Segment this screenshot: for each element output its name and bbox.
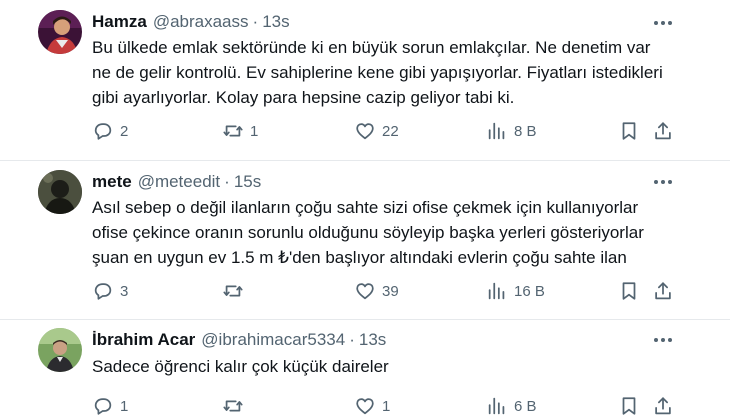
repost-button[interactable]: 1 — [222, 118, 258, 144]
avatar[interactable] — [38, 170, 82, 214]
like-button[interactable]: 1 — [354, 393, 390, 419]
reply-bubble-icon — [94, 123, 112, 140]
user-handle[interactable]: @meteedit — [138, 172, 220, 192]
action-bar: 2 1 22 8 B — [0, 118, 730, 144]
tweet-text-line: gibi ayarlıyorlar. Kolay para hepsine ca… — [92, 88, 515, 107]
tweet-text-line: ofise çekince oranın sorunlu olduğunu sö… — [92, 223, 644, 242]
tweet[interactable]: Hamza @abraxaass · 13s Bu ülkede emlak s… — [0, 0, 730, 160]
tweet-header: İbrahim Acar @ibrahimacar5334 · 13s — [92, 329, 386, 351]
view-count: 8 B — [514, 122, 537, 140]
heart-icon — [356, 123, 374, 140]
reply-button[interactable]: 2 — [92, 118, 128, 144]
bookmark-button[interactable] — [618, 393, 640, 419]
reply-bubble-icon — [94, 283, 112, 300]
reply-count: 2 — [120, 122, 129, 140]
timestamp[interactable]: 15s — [234, 172, 261, 192]
tweet[interactable]: İbrahim Acar @ibrahimacar5334 · 13s Sade… — [0, 320, 730, 420]
separator-dot: · — [252, 12, 259, 31]
share-button[interactable] — [652, 393, 674, 419]
reply-count: 1 — [120, 397, 129, 415]
bookmark-icon — [622, 397, 636, 415]
heart-icon — [356, 398, 374, 415]
bookmark-button[interactable] — [618, 278, 640, 304]
timestamp[interactable]: 13s — [262, 12, 289, 32]
separator-dot: · — [349, 330, 355, 349]
action-bar: 1 1 6 B — [0, 393, 730, 419]
repost-button[interactable] — [222, 278, 250, 304]
share-icon — [655, 282, 671, 300]
like-count: 39 — [382, 282, 399, 300]
share-button[interactable] — [652, 118, 674, 144]
views-bar-chart-icon — [488, 122, 505, 140]
repost-count: 1 — [250, 122, 259, 140]
like-count: 1 — [382, 397, 391, 415]
more-dots-icon[interactable] — [650, 13, 676, 33]
like-button[interactable]: 39 — [354, 278, 399, 304]
separator-dot: · — [224, 172, 230, 191]
reply-count: 3 — [120, 282, 129, 300]
tweet-text-line: Bu ülkede emlak sektöründe ki en büyük s… — [92, 38, 651, 57]
reply-bubble-icon — [94, 398, 112, 415]
user-handle[interactable]: @ibrahimacar5334 — [201, 330, 345, 350]
tweet-text-line: ne de gelir kontrolü. Ev sahiplerine ken… — [92, 63, 663, 82]
share-icon — [655, 397, 671, 415]
views-bar-chart-icon — [488, 397, 505, 415]
timestamp[interactable]: 13s — [359, 330, 386, 350]
heart-icon — [356, 283, 374, 300]
user-handle[interactable]: @abraxaass — [153, 12, 249, 32]
repost-icon — [223, 400, 243, 412]
share-button[interactable] — [652, 278, 674, 304]
tweet-text-line: Asıl sebep o değil ilanların çoğu sahte … — [92, 198, 639, 217]
views-button[interactable]: 6 B — [486, 393, 537, 419]
tweet-text-line: Sadece öğrenci kalır çok küçük daireler — [92, 357, 389, 376]
tweet-text: Bu ülkede emlak sektöründe ki en büyük s… — [92, 35, 692, 110]
repost-icon — [223, 285, 243, 297]
reply-button[interactable]: 1 — [92, 393, 128, 419]
repost-icon — [223, 125, 243, 137]
like-button[interactable]: 22 — [354, 118, 399, 144]
reply-button[interactable]: 3 — [92, 278, 128, 304]
more-dots-icon[interactable] — [650, 172, 676, 192]
views-button[interactable]: 16 B — [486, 278, 545, 304]
view-count: 16 B — [514, 282, 545, 300]
avatar[interactable] — [38, 10, 82, 54]
views-button[interactable]: 8 B — [486, 118, 537, 144]
avatar[interactable] — [38, 328, 82, 372]
share-icon — [655, 122, 671, 140]
bookmark-button[interactable] — [618, 118, 640, 144]
tweet-text: Asıl sebep o değil ilanların çoğu sahte … — [92, 195, 692, 270]
display-name[interactable]: İbrahim Acar — [92, 330, 195, 350]
view-count: 6 B — [514, 397, 537, 415]
tweet-header: Hamza @abraxaass · 13s — [92, 11, 290, 33]
like-count: 22 — [382, 122, 399, 140]
more-dots-icon[interactable] — [650, 330, 676, 350]
views-bar-chart-icon — [488, 282, 505, 300]
display-name[interactable]: Hamza — [92, 12, 147, 32]
tweet[interactable]: mete @meteedit · 15s Asıl sebep o değil … — [0, 161, 730, 319]
tweet-header: mete @meteedit · 15s — [92, 171, 261, 193]
tweet-text: Sadece öğrenci kalır çok küçük daireler — [92, 354, 692, 379]
repost-button[interactable] — [222, 393, 250, 419]
bookmark-icon — [622, 122, 636, 140]
tweet-text-line: şuan en uygun ev 1.5 m ₺'den başlıyor al… — [92, 248, 627, 267]
bookmark-icon — [622, 282, 636, 300]
display-name[interactable]: mete — [92, 172, 132, 192]
action-bar: 3 39 16 B — [0, 278, 730, 304]
